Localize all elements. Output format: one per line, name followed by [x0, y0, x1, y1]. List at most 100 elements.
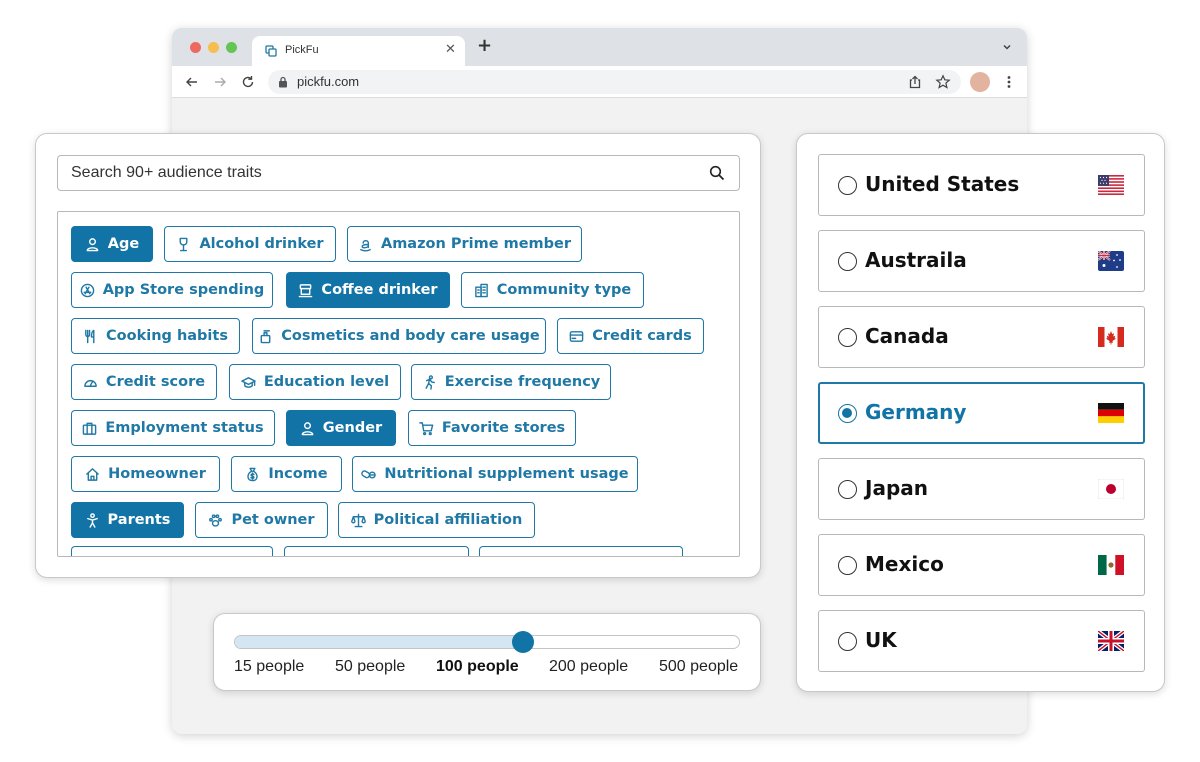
sample-size-slider-thumb[interactable] — [512, 631, 534, 653]
germany-flag-icon — [1098, 403, 1124, 423]
trait-chip-label: Alcohol drinker — [199, 236, 324, 252]
person-icon — [301, 421, 314, 435]
country-option-australia[interactable]: Austraila — [818, 230, 1145, 292]
radio-button-selected[interactable] — [838, 404, 857, 423]
gauge-icon — [84, 379, 97, 387]
back-arrow-icon[interactable] — [184, 74, 200, 90]
sample-size-card: 15 people 50 people 100 people 200 peopl… — [213, 613, 761, 691]
tab-bar: PickFu ✕ + — [172, 28, 1027, 66]
profile-avatar[interactable] — [970, 72, 990, 92]
trait-chip-partial[interactable] — [284, 546, 469, 556]
paw-icon — [209, 513, 223, 527]
trait-chip-label: Favorite stores — [441, 420, 566, 436]
radio-button[interactable] — [838, 176, 857, 195]
trait-chip-cooking-habits[interactable]: Cooking habits — [71, 318, 240, 354]
child-icon — [86, 512, 98, 528]
search-icon[interactable] — [709, 165, 725, 181]
person-icon — [86, 237, 99, 251]
tab-close-icon[interactable]: ✕ — [445, 42, 456, 57]
trait-search-box — [57, 155, 740, 191]
trait-chip-label: Political affiliation — [373, 512, 523, 528]
radio-button[interactable] — [838, 328, 857, 347]
close-window-button[interactable] — [190, 42, 201, 53]
minimize-window-button[interactable] — [208, 42, 219, 53]
audience-traits-card: Age Alcohol drinker Amazon Prime member App… — [35, 133, 761, 578]
trait-chip-label: Gender — [322, 420, 383, 436]
app-store-icon — [80, 283, 94, 297]
more-menu-icon[interactable] — [1001, 74, 1017, 90]
uk-flag-icon — [1098, 631, 1124, 651]
sample-size-track-fill — [235, 636, 524, 648]
trait-chip-homeowner[interactable]: Homeowner — [71, 456, 220, 492]
trait-chip-age[interactable]: Age — [71, 226, 153, 262]
coffee-icon — [299, 283, 313, 297]
trait-chip-credit-score[interactable]: Credit score — [71, 364, 217, 400]
country-label: Austraila — [865, 248, 967, 272]
canada-flag-icon — [1098, 327, 1124, 347]
browser-tab[interactable]: PickFu ✕ — [252, 36, 465, 66]
trait-chip-partial[interactable] — [479, 546, 683, 556]
sample-size-option[interactable]: 50 people — [335, 658, 405, 676]
trait-search-input[interactable] — [58, 156, 698, 190]
new-tab-button[interactable]: + — [477, 37, 492, 55]
maximize-window-button[interactable] — [226, 42, 237, 53]
forward-arrow-icon[interactable] — [212, 74, 228, 90]
trait-chip-political-affiliation[interactable]: Political affiliation — [338, 502, 535, 538]
trait-chip-amazon-prime-member[interactable]: Amazon Prime member — [347, 226, 582, 262]
sample-size-option-selected[interactable]: 100 people — [436, 658, 519, 676]
trait-chip-cosmetics-and-body-care-usage[interactable]: Cosmetics and body care usage — [252, 318, 546, 354]
sample-size-option[interactable]: 500 people — [659, 658, 738, 676]
trait-chip-income[interactable]: Income — [231, 456, 342, 492]
trait-chip-parents[interactable]: Parents — [71, 502, 184, 538]
country-label: Canada — [865, 324, 949, 348]
country-option-uk[interactable]: UK — [818, 610, 1145, 672]
radio-button[interactable] — [838, 480, 857, 499]
country-option-germany[interactable]: Germany — [818, 382, 1145, 444]
trait-chip-label: Exercise frequency — [444, 374, 601, 390]
trait-chip-credit-cards[interactable]: Credit cards — [557, 318, 704, 354]
sample-size-option[interactable]: 200 people — [549, 658, 628, 676]
pickfu-favicon-icon — [265, 45, 277, 57]
radio-button[interactable] — [838, 252, 857, 271]
trait-chip-pet-owner[interactable]: Pet owner — [195, 502, 328, 538]
trait-chip-education-level[interactable]: Education level — [229, 364, 401, 400]
trait-chip-gender[interactable]: Gender — [286, 410, 396, 446]
wine-glass-icon — [179, 237, 188, 251]
traits-chip-list: Age Alcohol drinker Amazon Prime member App… — [57, 211, 740, 557]
sample-size-track[interactable] — [234, 635, 740, 649]
bookmark-star-icon[interactable] — [935, 74, 951, 90]
sample-size-option[interactable]: 15 people — [234, 658, 304, 676]
trait-chip-nutritional-supplement-usage[interactable]: Nutritional supplement usage — [352, 456, 638, 492]
amazon-icon — [360, 239, 371, 251]
chevron-down-icon[interactable] — [1001, 41, 1013, 53]
share-icon[interactable] — [907, 74, 923, 90]
radio-button[interactable] — [838, 556, 857, 575]
country-option-mexico[interactable]: Mexico — [818, 534, 1145, 596]
country-option-canada[interactable]: Canada — [818, 306, 1145, 368]
lock-icon — [279, 76, 287, 88]
australia-flag-icon — [1098, 251, 1124, 271]
lotion-icon — [260, 329, 271, 343]
utensils-icon — [85, 329, 95, 343]
radio-button[interactable] — [838, 632, 857, 651]
trait-chip-exercise-frequency[interactable]: Exercise frequency — [411, 364, 611, 400]
country-option-japan[interactable]: Japan — [818, 458, 1145, 520]
tab-title: PickFu — [285, 44, 319, 56]
reload-icon[interactable] — [240, 74, 256, 90]
trait-chip-partial[interactable] — [71, 546, 273, 556]
trait-chip-app-store-spending[interactable]: App Store spending — [71, 272, 273, 308]
trait-chip-community-type[interactable]: Community type — [461, 272, 644, 308]
trait-chip-coffee-drinker[interactable]: Coffee drinker — [286, 272, 450, 308]
trait-chip-employment-status[interactable]: Employment status — [71, 410, 275, 446]
us-flag-icon — [1098, 175, 1124, 195]
trait-chip-favorite-stores[interactable]: Favorite stores — [408, 410, 576, 446]
running-icon — [425, 374, 435, 390]
address-bar[interactable]: pickfu.com — [268, 70, 961, 94]
country-option-united-states[interactable]: United States — [818, 154, 1145, 216]
browser-toolbar: pickfu.com — [172, 66, 1027, 98]
country-label: Japan — [865, 476, 928, 500]
trait-chip-label: Pet owner — [231, 512, 315, 528]
trait-chip-alcohol-drinker[interactable]: Alcohol drinker — [164, 226, 336, 262]
trait-chip-label: App Store spending — [102, 282, 265, 298]
trait-chip-label: Community type — [496, 282, 632, 298]
